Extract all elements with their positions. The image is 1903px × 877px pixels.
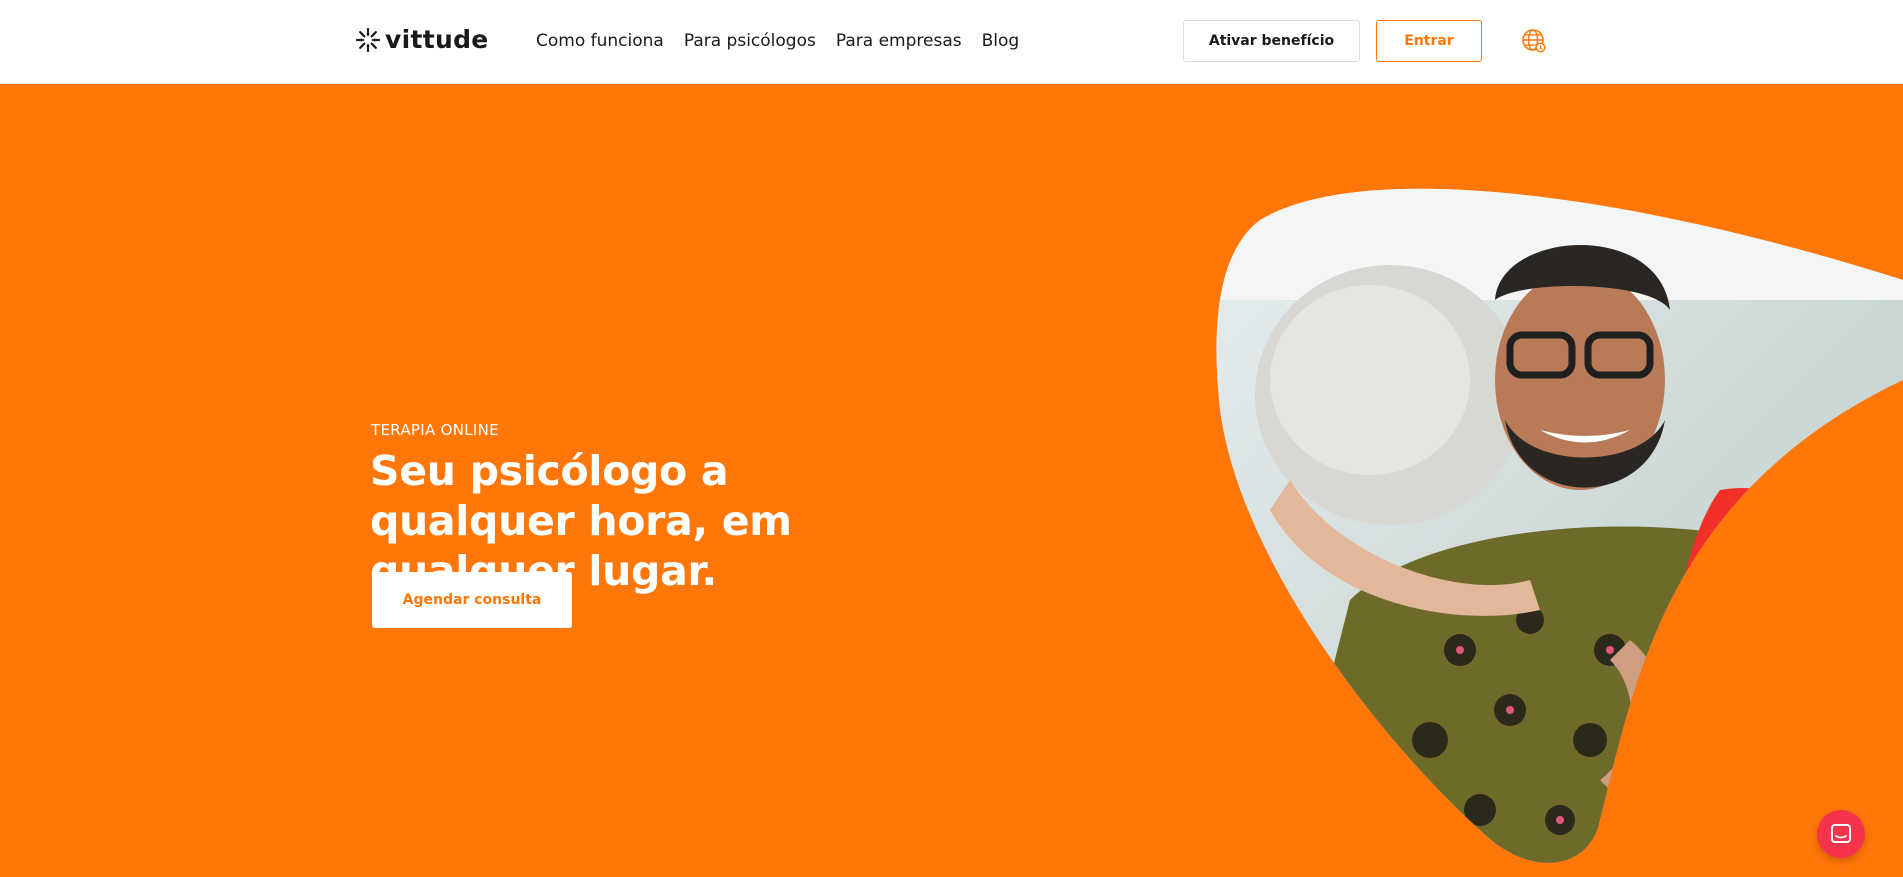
nav-blog[interactable]: Blog <box>982 30 1020 52</box>
top-navbar: vittude Como funciona Para psicólogos Pa… <box>0 0 1903 84</box>
hero-image <box>1216 188 1903 863</box>
login-button[interactable]: Entrar <box>1376 20 1482 62</box>
main-nav: Como funciona Para psicólogos Para empre… <box>536 30 1019 52</box>
nav-para-psicologos[interactable]: Para psicólogos <box>684 30 816 52</box>
logo-wordmark: vittude <box>385 25 489 54</box>
globe-icon[interactable] <box>1521 28 1547 54</box>
chat-button[interactable] <box>1817 810 1865 858</box>
nav-como-funciona[interactable]: Como funciona <box>536 30 664 52</box>
chat-icon <box>1831 824 1851 843</box>
nav-para-empresas[interactable]: Para empresas <box>836 30 962 52</box>
schedule-appointment-button[interactable]: Agendar consulta <box>372 572 572 628</box>
sunburst-logo-icon <box>355 27 381 53</box>
hero-eyebrow: TERAPIA ONLINE <box>371 421 499 439</box>
vittude-logo[interactable]: vittude <box>355 26 489 54</box>
activate-benefit-button[interactable]: Ativar benefício <box>1183 20 1360 62</box>
